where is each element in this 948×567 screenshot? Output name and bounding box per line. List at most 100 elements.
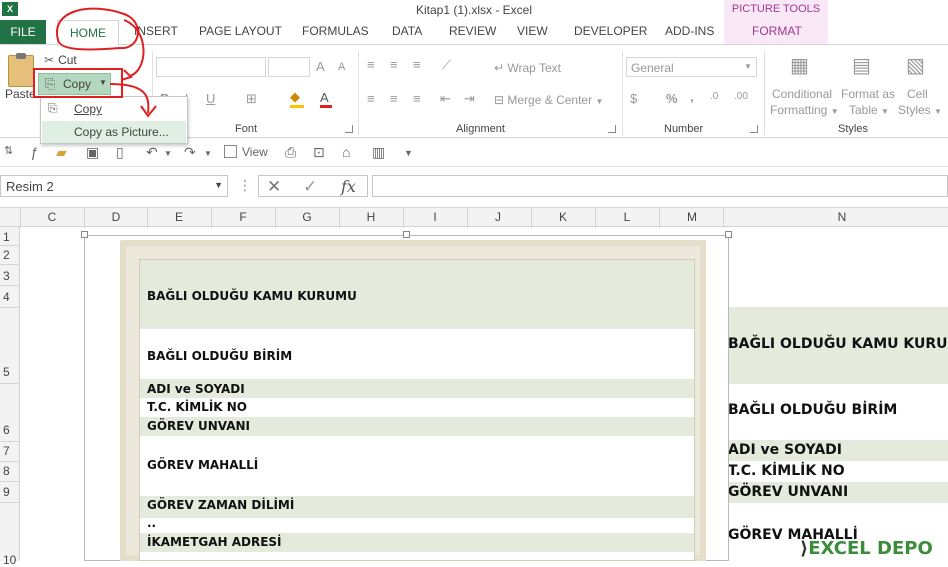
format-as-label[interactable]: Format as bbox=[841, 87, 895, 101]
column-header-c[interactable]: C bbox=[45, 210, 59, 224]
font-size-dropdown[interactable] bbox=[268, 57, 310, 77]
column-header-d[interactable]: D bbox=[109, 210, 123, 224]
number-launcher-icon[interactable] bbox=[750, 125, 758, 133]
table-label[interactable]: Table ▼ bbox=[849, 103, 889, 117]
chevron-down-icon[interactable]: ▼ bbox=[99, 78, 107, 87]
align-left-icon[interactable]: ≡ bbox=[367, 91, 375, 106]
column-header-e[interactable]: E bbox=[172, 210, 186, 224]
resize-handle[interactable] bbox=[725, 231, 732, 238]
paste-icon[interactable] bbox=[8, 53, 34, 87]
insert-function-button[interactable]: fx bbox=[341, 177, 356, 196]
row-header-4[interactable]: 4 bbox=[0, 290, 19, 304]
decrease-decimal-icon[interactable]: .00 bbox=[734, 91, 748, 102]
formatting-label[interactable]: Formatting ▼ bbox=[770, 103, 839, 117]
row-header-10[interactable]: 10 bbox=[0, 553, 19, 567]
sheet-row-gorev-unvani[interactable]: GÖREV UNVANI bbox=[728, 482, 948, 503]
font-color-icon[interactable]: A bbox=[320, 90, 329, 105]
column-header-f[interactable]: F bbox=[236, 210, 250, 224]
tab-insert[interactable]: INSERT bbox=[134, 24, 178, 38]
sheet-row-birim[interactable]: BAĞLI OLDUĞU BİRİM bbox=[728, 384, 948, 440]
resize-handle[interactable] bbox=[403, 231, 410, 238]
tab-review[interactable]: REVIEW bbox=[449, 24, 496, 38]
indent-increase-icon[interactable]: ⇥ bbox=[464, 91, 475, 107]
font-name-dropdown[interactable] bbox=[156, 57, 266, 77]
fill-color-icon[interactable]: ◆ bbox=[290, 89, 300, 105]
conditional-formatting-label[interactable]: Conditional bbox=[772, 87, 832, 101]
cut-button[interactable]: ✂ Cut bbox=[44, 53, 77, 67]
function-icon[interactable]: ƒ bbox=[30, 144, 38, 160]
row-header-1[interactable]: 1 bbox=[0, 230, 19, 244]
customize-qat-icon[interactable]: ▼ bbox=[404, 148, 413, 158]
indent-decrease-icon[interactable]: ⇤ bbox=[440, 91, 451, 107]
number-format-dropdown[interactable]: General ▼ bbox=[626, 57, 757, 77]
sort-icon[interactable]: ⇅ bbox=[4, 144, 13, 157]
column-header-g[interactable]: G bbox=[300, 210, 314, 224]
tab-formulas[interactable]: FORMULAS bbox=[302, 24, 369, 38]
row-header-3[interactable]: 3 bbox=[0, 269, 19, 283]
undo-icon[interactable]: ↶ bbox=[146, 144, 158, 161]
cell-styles-label[interactable]: Styles ▼ bbox=[898, 103, 942, 117]
align-top-icon[interactable]: ≡ bbox=[367, 57, 375, 72]
column-header-j[interactable]: J bbox=[491, 210, 505, 224]
row-header-6[interactable]: 6 bbox=[0, 423, 19, 437]
chevron-down-icon[interactable]: ▼ bbox=[204, 149, 212, 158]
tab-data[interactable]: DATA bbox=[392, 24, 422, 38]
name-box[interactable]: Resim 2 ▼ bbox=[0, 175, 228, 197]
row-header-9[interactable]: 9 bbox=[0, 485, 19, 499]
align-bottom-icon[interactable]: ≡ bbox=[413, 57, 421, 72]
tab-add-ins[interactable]: ADD-INS bbox=[665, 24, 714, 38]
row-header-8[interactable]: 8 bbox=[0, 464, 19, 478]
percent-style-button[interactable]: % bbox=[666, 91, 678, 106]
save-icon[interactable]: ▣ bbox=[86, 144, 99, 161]
align-center-icon[interactable]: ≡ bbox=[390, 91, 398, 106]
align-middle-icon[interactable]: ≡ bbox=[390, 57, 398, 72]
merge-center-button[interactable]: ⊟ Merge & Center ▼ bbox=[494, 93, 603, 107]
chevron-down-icon[interactable]: ▼ bbox=[164, 149, 172, 158]
pasted-picture[interactable]: BAĞLI OLDUĞU KAMU KURUMU BAĞLI OLDUĞU Bİ… bbox=[120, 240, 706, 561]
borders-icon[interactable]: ⊞ bbox=[246, 91, 257, 107]
shrink-font-icon[interactable]: A bbox=[338, 61, 345, 73]
column-header-n[interactable]: N bbox=[835, 210, 849, 224]
comma-style-button[interactable]: , bbox=[690, 89, 694, 104]
column-header-k[interactable]: K bbox=[556, 210, 570, 224]
format-as-table-icon[interactable]: ▤ bbox=[852, 53, 871, 78]
column-header-i[interactable]: I bbox=[428, 210, 442, 224]
chart-icon[interactable]: ▥ bbox=[372, 144, 385, 161]
redo-icon[interactable]: ↷ bbox=[184, 144, 196, 161]
tab-view[interactable]: VIEW bbox=[517, 24, 548, 38]
grow-font-icon[interactable]: A bbox=[316, 59, 325, 74]
sheet-row-tc-kimlik[interactable]: T.C. KİMLİK NO bbox=[728, 461, 948, 482]
menu-item-copy-as-picture[interactable]: Copy as Picture... bbox=[42, 121, 186, 143]
row-header-7[interactable]: 7 bbox=[0, 444, 19, 458]
tab-developer[interactable]: DEVELOPER bbox=[574, 24, 647, 38]
conditional-formatting-icon[interactable]: ▦ bbox=[790, 53, 809, 78]
format-painter-icon[interactable]: ⌂ bbox=[342, 144, 350, 160]
copy-button[interactable]: ⎘ Copy ▼ bbox=[38, 73, 111, 95]
formula-input[interactable] bbox=[372, 175, 948, 197]
increase-decimal-icon[interactable]: .0 bbox=[710, 91, 718, 102]
tab-home[interactable]: HOME bbox=[57, 20, 119, 46]
cancel-icon[interactable]: ✕ bbox=[267, 177, 281, 197]
cell-styles-icon[interactable]: ▧ bbox=[906, 53, 925, 78]
menu-item-copy[interactable]: ⎘ Copy bbox=[42, 98, 186, 120]
camera-icon[interactable]: ⊡ bbox=[313, 144, 325, 161]
row-header-2[interactable]: 2 bbox=[0, 248, 19, 262]
resize-handle[interactable] bbox=[81, 231, 88, 238]
new-file-icon[interactable]: ▯ bbox=[116, 144, 124, 161]
enter-check-icon[interactable]: ✓ bbox=[303, 177, 317, 197]
tab-format[interactable]: FORMAT bbox=[752, 24, 802, 38]
cell-label[interactable]: Cell bbox=[907, 87, 928, 101]
open-folder-icon[interactable]: ▰ bbox=[56, 144, 67, 161]
font-launcher-icon[interactable] bbox=[345, 125, 353, 133]
paste-button[interactable]: Paste bbox=[5, 87, 36, 101]
tab-file[interactable]: FILE bbox=[0, 20, 46, 44]
column-header-h[interactable]: H bbox=[364, 210, 378, 224]
tab-page-layout[interactable]: PAGE LAYOUT bbox=[199, 24, 282, 38]
alignment-launcher-icon[interactable] bbox=[608, 125, 616, 133]
align-right-icon[interactable]: ≡ bbox=[413, 91, 421, 106]
wrap-text-button[interactable]: ↵ Wrap Text bbox=[494, 61, 561, 75]
row-header-5[interactable]: 5 bbox=[0, 365, 19, 379]
sheet-row-adi-soyadi[interactable]: ADI ve SOYADI bbox=[728, 440, 948, 461]
orientation-icon[interactable]: ⟋ bbox=[442, 57, 451, 73]
view-checkbox[interactable] bbox=[224, 145, 237, 158]
